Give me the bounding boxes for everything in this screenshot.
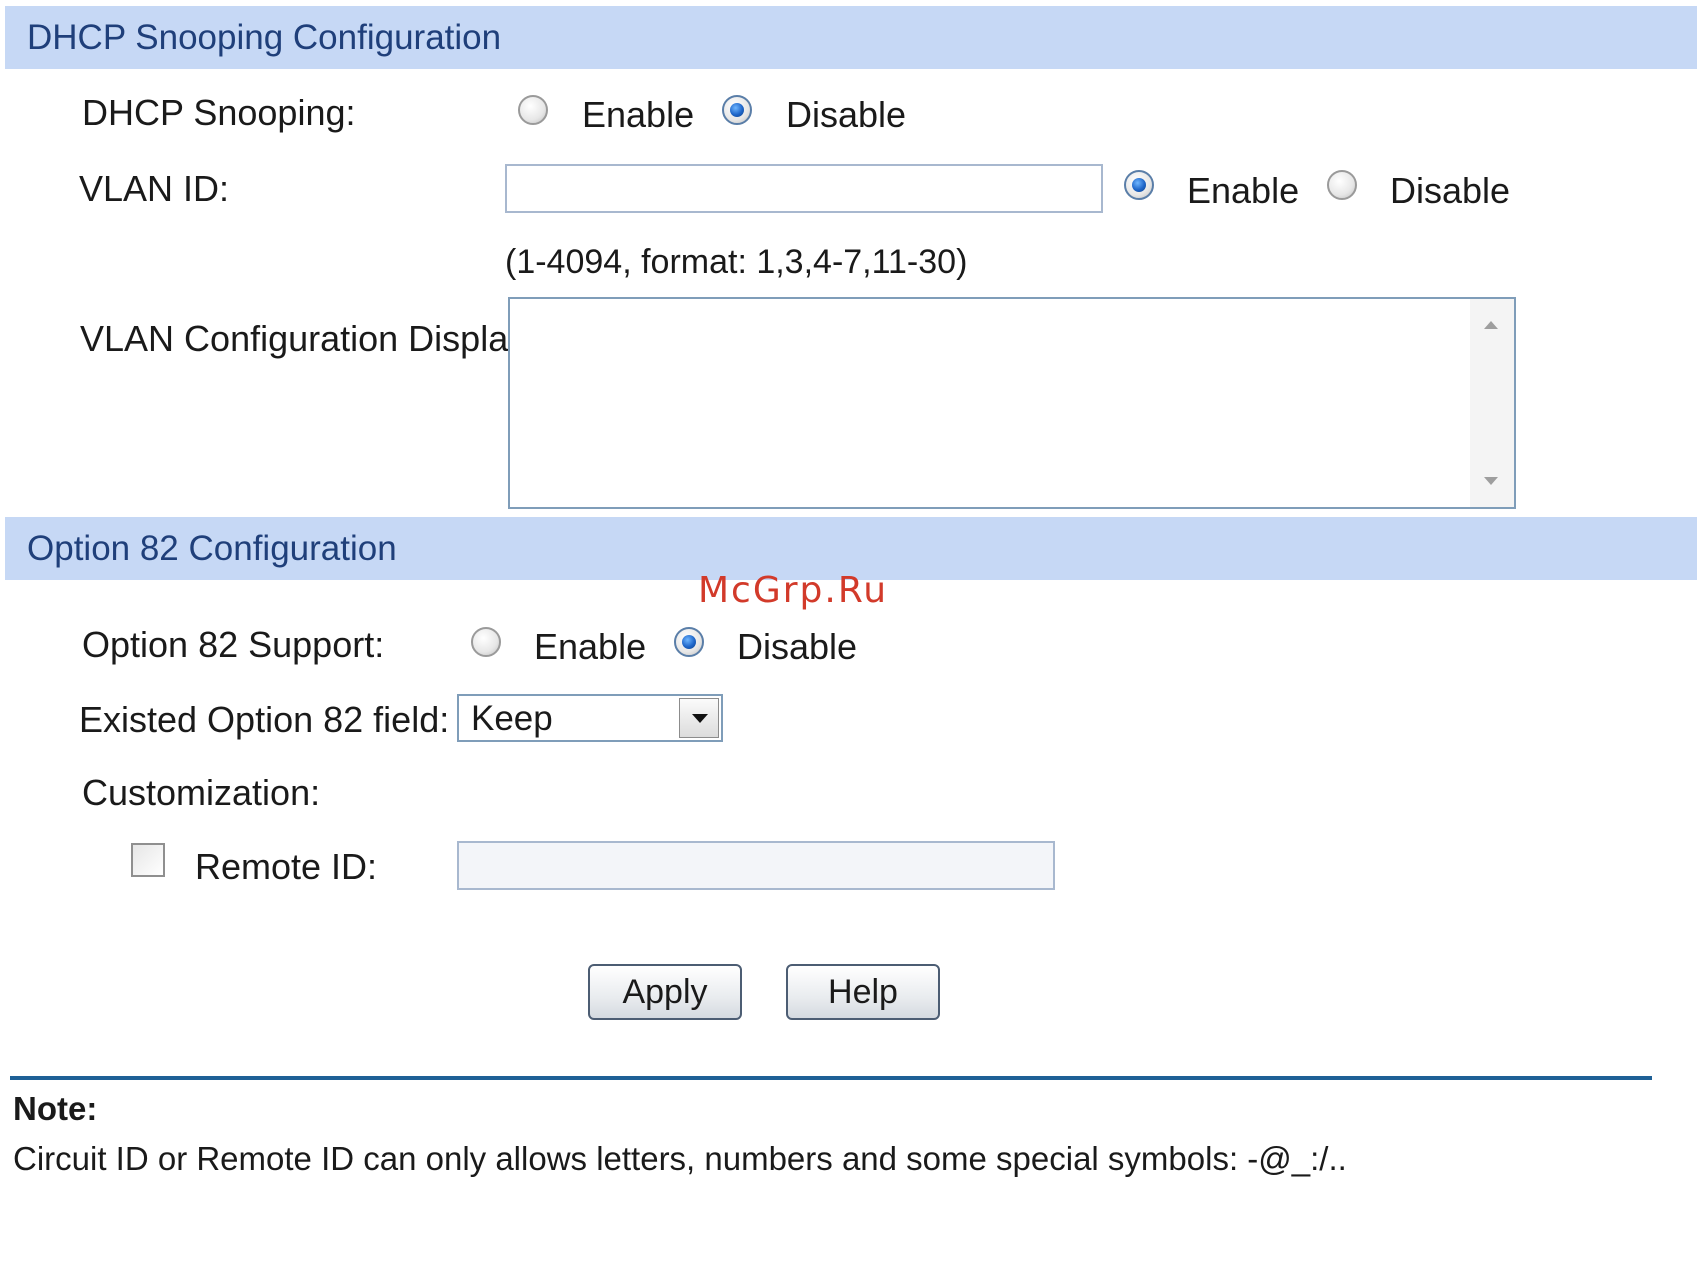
- note-heading: Note:: [13, 1090, 98, 1127]
- option82-enable-label[interactable]: Enable: [534, 626, 646, 668]
- remote-id-input[interactable]: [457, 841, 1055, 890]
- option82-enable-radio[interactable]: [471, 627, 501, 657]
- chevron-down-icon[interactable]: [679, 698, 719, 738]
- dhcp-snooping-disable-radio[interactable]: [722, 95, 752, 125]
- remote-id-checkbox[interactable]: [131, 843, 165, 877]
- vlan-disable-radio[interactable]: [1327, 170, 1357, 200]
- option82-disable-label[interactable]: Disable: [737, 626, 857, 668]
- vlan-configuration-display-label: VLAN Configuration Display:: [80, 318, 537, 359]
- remote-id-label: Remote ID:: [195, 846, 378, 887]
- option82-disable-radio[interactable]: [674, 627, 704, 657]
- dhcp-snooping-enable-radio[interactable]: [518, 95, 548, 125]
- note-text: Circuit ID or Remote ID can only allows …: [13, 1140, 1347, 1177]
- vlan-display-scrollbar[interactable]: [1470, 299, 1514, 507]
- dhcp-snooping-label: DHCP Snooping:: [82, 92, 356, 133]
- customization-label: Customization:: [82, 772, 321, 813]
- dhcp-snooping-section-header: DHCP Snooping Configuration: [5, 6, 1697, 69]
- vlan-enable-radio[interactable]: [1124, 170, 1154, 200]
- option82-support-label: Option 82 Support:: [82, 624, 385, 665]
- existed-option82-field-label: Existed Option 82 field:: [79, 699, 450, 740]
- vlan-enable-label[interactable]: Enable: [1187, 170, 1299, 212]
- vlan-id-format-hint: (1-4094, format: 1,3,4-7,11-30): [505, 243, 968, 281]
- existed-option82-select[interactable]: Keep: [457, 694, 723, 742]
- help-button[interactable]: Help: [786, 964, 940, 1020]
- scroll-down-icon[interactable]: [1484, 477, 1498, 485]
- dhcp-snooping-enable-label[interactable]: Enable: [582, 94, 694, 136]
- watermark-text: McGrp.Ru: [698, 570, 889, 611]
- note-divider: [10, 1076, 1652, 1080]
- dhcp-snooping-disable-label[interactable]: Disable: [786, 94, 906, 136]
- vlan-configuration-display-textarea[interactable]: [508, 297, 1516, 509]
- apply-button[interactable]: Apply: [588, 964, 742, 1020]
- option82-section-title: Option 82 Configuration: [27, 529, 397, 568]
- vlan-disable-label[interactable]: Disable: [1390, 170, 1510, 212]
- vlan-id-input[interactable]: [505, 164, 1103, 213]
- existed-option82-selected-value: Keep: [471, 699, 553, 738]
- scroll-up-icon[interactable]: [1484, 321, 1498, 329]
- vlan-id-label: VLAN ID:: [79, 168, 230, 209]
- dhcp-snooping-section-title: DHCP Snooping Configuration: [27, 18, 502, 57]
